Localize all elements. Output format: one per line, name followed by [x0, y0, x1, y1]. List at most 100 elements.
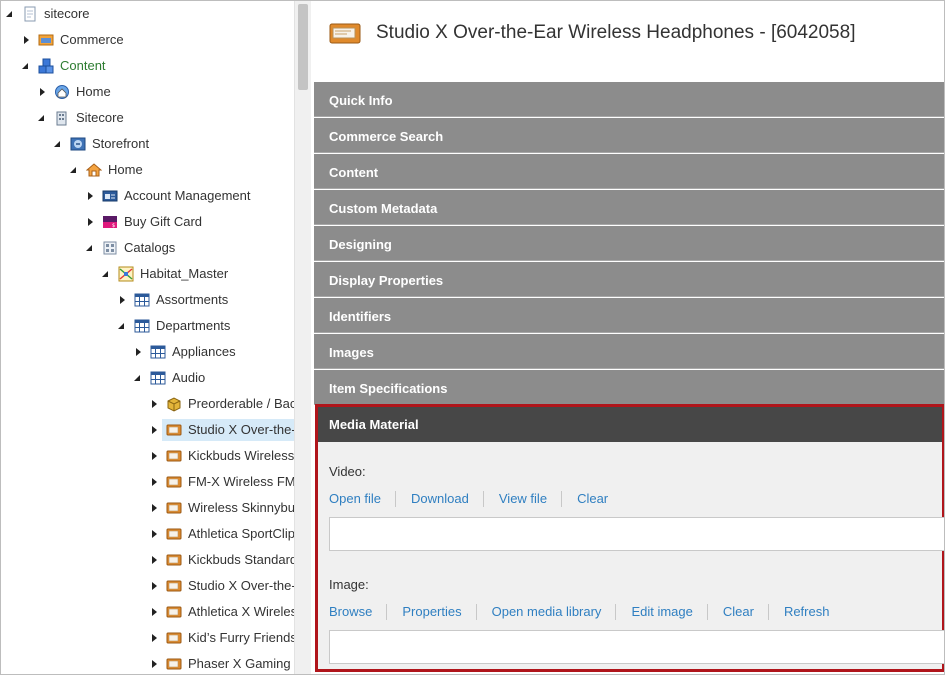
tree-node[interactable]: Catalogs	[1, 237, 294, 259]
tree-scrollbar[interactable]	[294, 1, 311, 674]
grid-table-icon	[134, 318, 150, 334]
tree-node[interactable]: Preorderable / Bac	[1, 393, 294, 415]
tree-node-label: FM-X Wireless FM C	[188, 474, 294, 489]
image-toolbar: Browse Properties Open media library Edit i…	[329, 604, 843, 622]
collapsed-arrow-icon[interactable]	[152, 452, 157, 460]
product-tag-icon	[166, 578, 182, 594]
package-icon	[166, 396, 182, 412]
tree-node[interactable]: Home	[1, 81, 294, 103]
expanded-arrow-icon[interactable]	[6, 11, 12, 17]
tree-node-label: Kickbuds Standard	[188, 552, 294, 567]
item-editor: Studio X Over-the-Ear Wireless Headphone…	[314, 1, 944, 674]
section-header[interactable]: Content	[314, 154, 944, 189]
tree-node[interactable]: Assortments	[1, 289, 294, 311]
collapsed-arrow-icon[interactable]	[40, 88, 45, 96]
section-header[interactable]: Designing	[314, 226, 944, 261]
collapsed-arrow-icon[interactable]	[152, 426, 157, 434]
media-action-link[interactable]: Properties	[386, 604, 475, 620]
tree-node[interactable]: Storefront	[1, 133, 294, 155]
collapsed-arrow-icon[interactable]	[152, 660, 157, 668]
media-action-link[interactable]: Browse	[329, 604, 386, 620]
item-header: Studio X Over-the-Ear Wireless Headphone…	[314, 1, 944, 81]
section-header[interactable]: Identifiers	[314, 298, 944, 333]
tree-node-label: Catalogs	[124, 240, 176, 255]
tree-node[interactable]: Phaser X Gaming S	[1, 653, 294, 674]
tree-node[interactable]: Kickbuds Standard	[1, 549, 294, 571]
collapsed-arrow-icon[interactable]	[152, 556, 157, 564]
collapsed-arrow-icon[interactable]	[152, 582, 157, 590]
section-header[interactable]: Item Specifications	[314, 370, 944, 405]
tree-node[interactable]: sitecore	[1, 3, 294, 25]
section-header[interactable]: Images	[314, 334, 944, 369]
collapsed-arrow-icon[interactable]	[24, 36, 29, 44]
expanded-arrow-icon[interactable]	[70, 167, 76, 173]
account-card-icon	[102, 188, 118, 204]
tree-node[interactable]: Home	[1, 159, 294, 181]
expanded-arrow-icon[interactable]	[38, 115, 44, 121]
tree-node-label: Athletica SportClip	[188, 526, 294, 541]
tree-node[interactable]: Kickbuds Wireless I	[1, 445, 294, 467]
gift-card-icon: $	[102, 214, 118, 230]
tree-node[interactable]: Content	[1, 55, 294, 77]
tree-node[interactable]: Athletica SportClip	[1, 523, 294, 545]
tree-node[interactable]: Account Management	[1, 185, 294, 207]
section-header[interactable]: Quick Info	[314, 82, 944, 117]
media-action-link[interactable]: Edit image	[615, 604, 706, 620]
tree-node[interactable]: FM-X Wireless FM C	[1, 471, 294, 493]
media-action-link[interactable]: Clear	[561, 491, 622, 507]
collapsed-arrow-icon[interactable]	[152, 400, 157, 408]
tree-node[interactable]: Athletica X Wireless	[1, 601, 294, 623]
media-action-link[interactable]: Open media library	[475, 604, 616, 620]
tree-node[interactable]: $ Buy Gift Card	[1, 211, 294, 233]
item-title: Studio X Over-the-Ear Wireless Headphone…	[376, 22, 856, 43]
house-icon	[85, 162, 103, 178]
image-field-input[interactable]	[329, 630, 944, 664]
collapsed-arrow-icon[interactable]	[88, 192, 93, 200]
expanded-arrow-icon[interactable]	[22, 63, 28, 69]
media-material-header[interactable]: Media Material	[318, 407, 942, 442]
tree-node-label: Commerce	[60, 32, 124, 47]
tree-node-label: Phaser X Gaming S	[188, 656, 294, 671]
tree-node[interactable]: Studio X Over-the-E	[1, 575, 294, 597]
collapsed-arrow-icon[interactable]	[88, 218, 93, 226]
tree-node-label: Buy Gift Card	[124, 214, 203, 229]
expanded-arrow-icon[interactable]	[118, 323, 124, 329]
media-action-link[interactable]: Download	[395, 491, 483, 507]
collapsed-arrow-icon[interactable]	[152, 504, 157, 512]
tree-node[interactable]: Kid’s Furry Friends	[1, 627, 294, 649]
media-action-link[interactable]: Clear	[706, 604, 768, 620]
section-header[interactable]: Commerce Search	[314, 118, 944, 153]
tree-node[interactable]: Sitecore	[1, 107, 294, 129]
tree-node[interactable]: Audio	[1, 367, 294, 389]
media-action-link[interactable]: View file	[482, 491, 561, 507]
tree-node[interactable]: Departments	[1, 315, 294, 337]
tree-node-label: Account Management	[124, 188, 251, 203]
expanded-arrow-icon[interactable]	[134, 375, 140, 381]
video-field-input[interactable]	[329, 517, 944, 551]
tree-node-label: Studio X Over-the-E	[188, 422, 294, 437]
section-header[interactable]: Display Properties	[314, 262, 944, 297]
expanded-arrow-icon[interactable]	[102, 271, 108, 277]
section-header[interactable]: Custom Metadata	[314, 190, 944, 225]
tree-node[interactable]: Appliances	[1, 341, 294, 363]
expanded-arrow-icon[interactable]	[86, 245, 92, 251]
expanded-arrow-icon[interactable]	[54, 141, 60, 147]
tree-node[interactable]: Commerce	[1, 29, 294, 51]
media-action-link[interactable]: Refresh	[767, 604, 844, 620]
tree-scrollbar-thumb[interactable]	[298, 4, 308, 90]
collapsed-arrow-icon[interactable]	[120, 296, 125, 304]
product-tag-icon	[329, 23, 361, 44]
grid-table-icon	[134, 292, 150, 308]
tree-node-label: Athletica X Wireless	[188, 604, 294, 619]
svg-text:$: $	[112, 223, 115, 229]
collapsed-arrow-icon[interactable]	[136, 348, 141, 356]
collapsed-arrow-icon[interactable]	[152, 608, 157, 616]
collapsed-arrow-icon[interactable]	[152, 478, 157, 486]
collapsed-arrow-icon[interactable]	[152, 634, 157, 642]
tree-node[interactable]: Wireless Skinnybud	[1, 497, 294, 519]
tree-node[interactable]: Habitat_Master	[1, 263, 294, 285]
tree-node-label: Kickbuds Wireless I	[188, 448, 294, 463]
media-action-link[interactable]: Open file	[329, 491, 395, 507]
tree-node[interactable]: Studio X Over-the-E	[1, 419, 294, 441]
collapsed-arrow-icon[interactable]	[152, 530, 157, 538]
